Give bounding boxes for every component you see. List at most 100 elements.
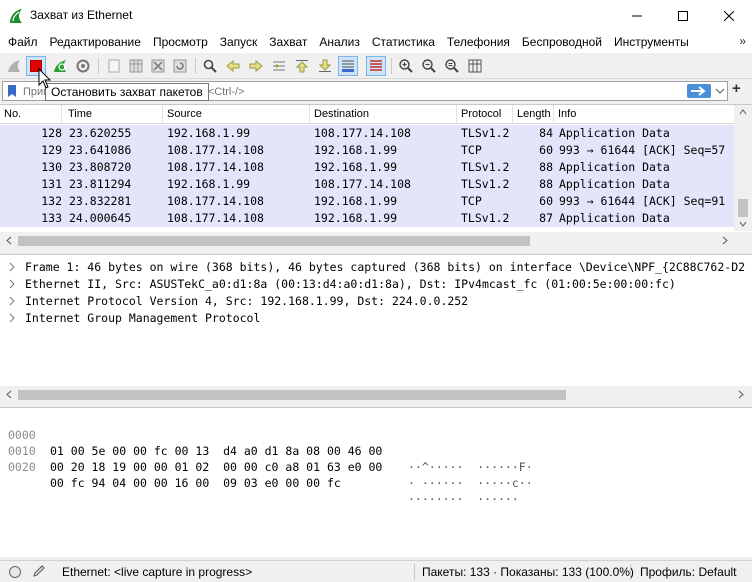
reload-file-button[interactable] — [170, 56, 190, 76]
tree-item-ethernet[interactable]: Ethernet II, Src: ASUSTekC_a0:d1:8a (00:… — [0, 276, 752, 293]
menu-go[interactable]: Запуск — [216, 35, 262, 49]
chevron-left-icon[interactable] — [6, 390, 12, 399]
autoscroll-button[interactable] — [338, 56, 358, 76]
scroll-thumb[interactable] — [18, 390, 566, 400]
packet-row[interactable]: 128 23.620255 192.168.1.99 108.177.14.10… — [0, 125, 734, 142]
chevron-right-icon[interactable] — [8, 295, 16, 307]
first-packet-button[interactable] — [292, 56, 312, 76]
capture-options-button[interactable] — [73, 56, 93, 76]
autoscroll-icon — [342, 60, 354, 72]
column-header-no[interactable]: No. — [0, 105, 62, 124]
chevron-up-icon[interactable] — [739, 109, 747, 115]
chevron-right-icon[interactable] — [738, 390, 744, 399]
edit-comment-pencil-icon[interactable] — [32, 564, 46, 578]
menu-capture[interactable]: Захват — [265, 35, 311, 49]
minimize-button[interactable] — [614, 0, 660, 31]
column-header-length[interactable]: Length — [513, 105, 554, 124]
chevron-down-icon[interactable] — [715, 85, 725, 97]
packet-row[interactable]: 132 23.832281 108.177.14.108 192.168.1.9… — [0, 193, 734, 210]
packet-row[interactable]: 129 23.641086 108.177.14.108 192.168.1.9… — [0, 142, 734, 159]
packet-row[interactable]: 130 23.808720 108.177.14.108 192.168.1.9… — [0, 159, 734, 176]
hex-ascii[interactable]: ········ ······ — [408, 491, 519, 507]
menu-overflow-chevron[interactable]: » — [739, 34, 746, 48]
open-file-button[interactable] — [104, 56, 124, 76]
hex-bytes[interactable]: 00 20 18 19 00 00 01 02 00 00 c0 a8 01 6… — [50, 459, 382, 475]
details-horizontal-scrollbar[interactable] — [0, 386, 752, 403]
status-packet-count: Пакеты: 133 · Показаны: 133 (100.0%) — [422, 565, 634, 579]
start-capture-button[interactable] — [4, 56, 24, 76]
packet-row[interactable]: 133 24.000645 108.177.14.108 192.168.1.9… — [0, 210, 734, 227]
tree-item-ipv4[interactable]: Internet Protocol Version 4, Src: 192.16… — [0, 293, 752, 310]
menu-view[interactable]: Просмотр — [149, 35, 212, 49]
menu-statistics[interactable]: Статистика — [368, 35, 439, 49]
packet-protocol: TCP — [461, 143, 482, 157]
column-header-protocol[interactable]: Protocol — [457, 105, 513, 124]
packet-row[interactable]: 131 23.811294 192.168.1.99 108.177.14.10… — [0, 176, 734, 193]
packet-time: 23.620255 — [69, 126, 132, 140]
menu-tools[interactable]: Инструменты — [610, 35, 693, 49]
menu-bar: Файл Редактирование Просмотр Запуск Захв… — [0, 31, 752, 53]
chevron-down-icon[interactable] — [739, 221, 747, 227]
last-packet-button[interactable] — [315, 56, 335, 76]
zoom-out-button[interactable] — [419, 56, 439, 76]
packet-details-pane: Frame 1: 46 bytes on wire (368 bits), 46… — [0, 254, 752, 403]
scroll-thumb[interactable] — [738, 199, 748, 217]
stop-capture-tooltip: Остановить захват пакетов — [45, 83, 209, 101]
zoom-in-icon — [399, 59, 413, 73]
menu-wireless[interactable]: Беспроводной — [518, 35, 606, 49]
magnifier-icon — [203, 59, 217, 73]
packet-no: 128 — [41, 126, 62, 140]
menu-analyze[interactable]: Анализ — [315, 35, 364, 49]
reload-icon — [173, 59, 187, 73]
chevron-left-icon[interactable] — [6, 236, 12, 245]
packet-destination: 192.168.1.99 — [314, 194, 398, 208]
chevron-right-icon[interactable] — [8, 312, 16, 324]
tree-item-frame[interactable]: Frame 1: 46 bytes on wire (368 bits), 46… — [0, 259, 752, 276]
go-back-button[interactable] — [223, 56, 243, 76]
packet-list-vertical-scrollbar[interactable] — [734, 105, 752, 231]
capture-status-circle-icon[interactable] — [8, 565, 22, 579]
zoom-in-button[interactable] — [396, 56, 416, 76]
save-file-button[interactable] — [126, 56, 146, 76]
packet-destination: 108.177.14.108 — [314, 126, 411, 140]
go-forward-button[interactable] — [246, 56, 266, 76]
menu-file[interactable]: Файл — [4, 35, 42, 49]
hex-ascii[interactable]: ··^····· ······F· — [408, 459, 533, 475]
add-filter-button[interactable]: + — [732, 80, 741, 97]
menu-edit[interactable]: Редактирование — [46, 35, 145, 49]
packet-destination: 192.168.1.99 — [314, 143, 398, 157]
normal-size-button[interactable] — [442, 56, 462, 76]
colorize-button[interactable] — [366, 56, 386, 76]
chevron-right-icon[interactable] — [722, 236, 728, 245]
menu-telephony[interactable]: Телефония — [443, 35, 514, 49]
hex-bytes[interactable]: 00 fc 94 04 00 00 16 00 09 03 e0 00 00 f… — [50, 475, 341, 491]
packet-length: 87 — [539, 211, 553, 225]
packet-list-horizontal-scrollbar[interactable] — [0, 232, 752, 249]
status-profile[interactable]: Профиль: Default — [640, 565, 737, 579]
main-toolbar — [0, 53, 752, 79]
scroll-thumb[interactable] — [18, 236, 530, 246]
hex-offset: 0020 — [8, 460, 36, 474]
apply-filter-button[interactable] — [687, 84, 711, 98]
goto-packet-icon — [273, 61, 285, 71]
packet-source: 108.177.14.108 — [167, 211, 264, 225]
hex-ascii[interactable]: · ······ ·····c·· — [408, 475, 533, 491]
column-header-destination[interactable]: Destination — [310, 105, 457, 124]
resize-columns-button[interactable] — [465, 56, 485, 76]
close-file-button[interactable] — [148, 56, 168, 76]
column-header-source[interactable]: Source — [163, 105, 310, 124]
minimize-icon — [632, 15, 642, 16]
chevron-right-icon[interactable] — [8, 278, 16, 290]
close-button[interactable] — [706, 0, 752, 31]
column-header-info[interactable]: Info — [554, 105, 734, 124]
maximize-button[interactable] — [660, 0, 706, 31]
restart-capture-button[interactable] — [50, 56, 70, 76]
find-packet-button[interactable] — [200, 56, 220, 76]
go-to-packet-button[interactable] — [269, 56, 289, 76]
tree-item-igmp[interactable]: Internet Group Management Protocol — [0, 310, 752, 327]
chevron-right-icon[interactable] — [8, 261, 16, 273]
title-bar: Захват из Ethernet — [0, 0, 752, 31]
column-header-time[interactable]: Time — [64, 105, 163, 124]
bookmark-icon[interactable] — [7, 84, 17, 98]
restart-shark-icon — [54, 60, 66, 72]
